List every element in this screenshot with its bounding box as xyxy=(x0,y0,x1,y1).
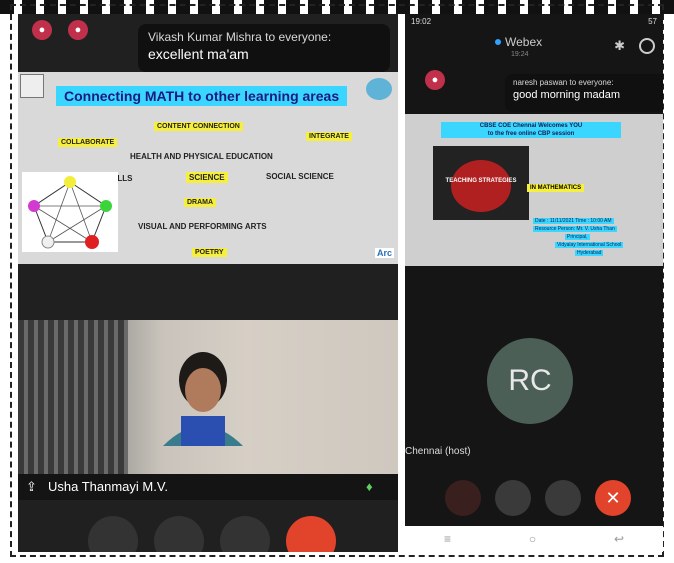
back-icon[interactable]: ↩ xyxy=(614,532,624,546)
apple-icon xyxy=(451,160,511,212)
left-meeting-panel: ● ● Vikash Kumar Mishra to everyone: exc… xyxy=(18,14,398,552)
meeting-timer: 19:24 xyxy=(511,51,529,58)
mic-icon: ♦ xyxy=(366,479,373,494)
slide-title-line: CBSE COE Chennai Welcomes YOU xyxy=(479,123,583,129)
participant-name: Usha Thanmayi M.V. xyxy=(48,479,168,494)
share-icon[interactable]: ⇪ xyxy=(26,479,37,495)
keyword: COLLABORATE xyxy=(58,138,118,147)
mute-button[interactable] xyxy=(88,516,138,552)
keyword: INTEGRATE xyxy=(306,132,352,141)
pentagon-diagram xyxy=(22,172,118,252)
info-line: Hyderabad xyxy=(575,250,604,256)
logo-icon xyxy=(20,74,44,98)
end-call-button[interactable]: ✕ xyxy=(595,480,631,516)
more-button[interactable] xyxy=(545,480,581,516)
status-bar: 19:02 57 xyxy=(411,17,657,26)
right-meeting-panel: 19:02 57 Webex 19:24 ✱ ● naresh paswan t… xyxy=(405,14,663,552)
record-icon[interactable]: ● xyxy=(425,70,445,90)
video-button[interactable] xyxy=(495,480,531,516)
window-blinds xyxy=(18,320,128,482)
info-line: Vidyalay International School xyxy=(555,242,624,248)
chat-sender: Vikash Kumar Mishra to everyone: xyxy=(148,30,332,44)
participant-name-bar: ⇪ Usha Thanmayi M.V. ♦ xyxy=(18,474,398,500)
chat-sender: naresh paswan to everyone: xyxy=(513,78,614,87)
mute-button[interactable] xyxy=(445,480,481,516)
participant-icon[interactable]: ● xyxy=(68,20,88,40)
keyword: SOCIAL SCIENCE xyxy=(266,172,334,181)
keyword: SCIENCE xyxy=(186,172,228,183)
apple-text: TEACHING STRATEGIES xyxy=(445,178,517,184)
info-line: Resource Person: Mr. V. Usha Than xyxy=(533,226,617,232)
status-battery: 57 xyxy=(648,17,657,26)
slide-title-line: to the free online CBP session xyxy=(487,131,575,137)
record-icon[interactable]: ● xyxy=(32,20,52,40)
avatar: RC xyxy=(487,338,573,424)
shared-slide: CBSE COE Chennai Welcomes YOU to the fre… xyxy=(405,114,663,266)
top-icons: ● ● xyxy=(32,20,88,40)
chat-message: good morning madam xyxy=(513,89,621,101)
bluetooth-icon[interactable]: ✱ xyxy=(614,38,625,54)
keyword: POETRY xyxy=(192,248,227,257)
host-name: Chennai (host) xyxy=(405,446,471,457)
logo-icon xyxy=(366,78,392,100)
apple-graphic: TEACHING STRATEGIES xyxy=(433,146,529,220)
video-button[interactable] xyxy=(154,516,204,552)
meeting-controls xyxy=(88,516,336,552)
webex-icon xyxy=(495,39,501,45)
app-header: Webex 19:24 ✱ xyxy=(405,32,663,66)
chat-notification[interactable]: naresh paswan to everyone: good morning … xyxy=(505,74,663,112)
shared-slide: Connecting MATH to other learning areas … xyxy=(18,72,398,264)
slide-title: Connecting MATH to other learning areas xyxy=(56,86,348,106)
menu-icon[interactable]: ≡ xyxy=(444,532,451,546)
android-nav-bar: ≡ ○ ↩ xyxy=(405,526,663,552)
keyword: HEALTH AND PHYSICAL EDUCATION xyxy=(130,152,273,161)
chat-notification[interactable]: Vikash Kumar Mishra to everyone: excelle… xyxy=(138,24,390,72)
chat-message: excellent ma'am xyxy=(148,46,249,62)
app-title[interactable]: Webex xyxy=(505,35,542,49)
status-time: 19:02 xyxy=(411,17,432,26)
end-call-button[interactable] xyxy=(286,516,336,552)
home-icon[interactable]: ○ xyxy=(529,532,536,546)
keyword: DRAMA xyxy=(184,198,217,207)
info-line: Date : 11/11/2021 Time : 10:00 AM xyxy=(533,218,614,224)
participant-person xyxy=(163,352,243,446)
keyword: VISUAL AND PERFORMING ARTS xyxy=(138,222,267,231)
slide-badge: Arc xyxy=(374,248,394,258)
info-line: Principal, xyxy=(565,234,590,240)
slide-title: CBSE COE Chennai Welcomes YOU to the fre… xyxy=(441,122,621,138)
meeting-controls: ✕ xyxy=(445,480,631,516)
participants-icon[interactable] xyxy=(639,38,655,54)
participant-video xyxy=(18,320,398,482)
more-button[interactable] xyxy=(220,516,270,552)
host-label: Chennai (host) xyxy=(405,446,663,462)
keyword: IN MATHEMATICS xyxy=(527,184,585,192)
keyword: CONTENT CONNECTION xyxy=(154,122,243,131)
